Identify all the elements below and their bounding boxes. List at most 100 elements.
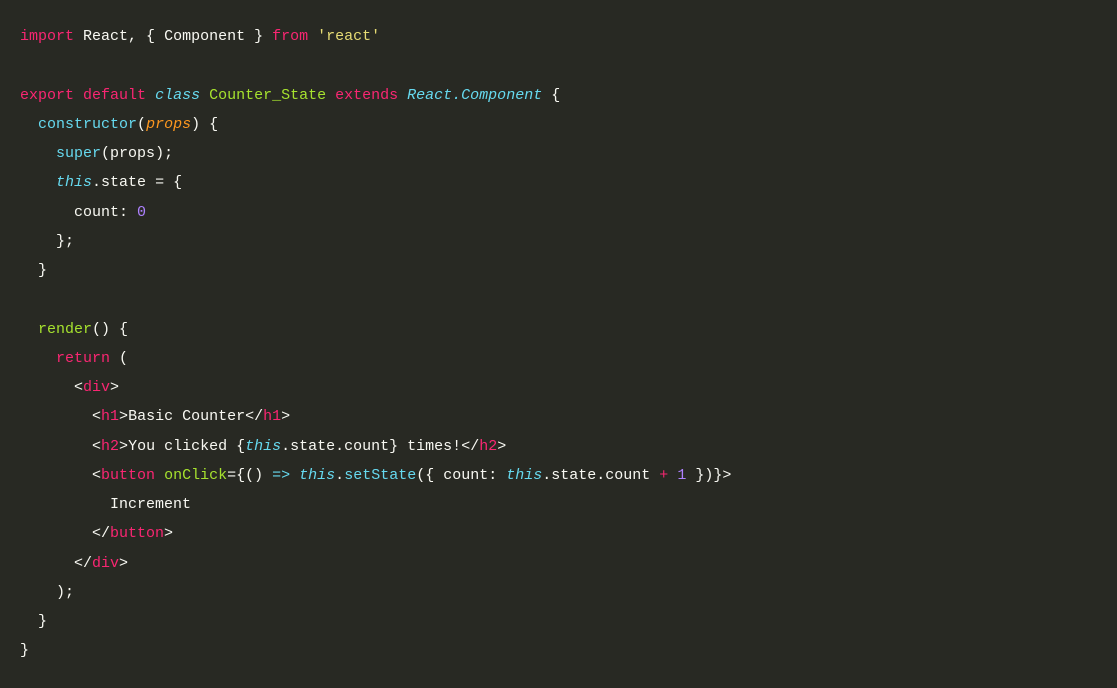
- punctuation: })}: [686, 467, 722, 484]
- punctuation: >: [164, 525, 173, 542]
- punctuation: {: [236, 438, 245, 455]
- code-line: }: [20, 642, 29, 659]
- punctuation: <: [92, 438, 101, 455]
- code-line: <button onClick={() => this.setState({ c…: [20, 467, 731, 484]
- identifier: props: [110, 145, 155, 162]
- punctuation: .: [335, 467, 344, 484]
- jsx-tag: h2: [101, 438, 119, 455]
- method-call: setState: [344, 467, 416, 484]
- jsx-tag: h1: [263, 408, 281, 425]
- punctuation: };: [56, 233, 74, 250]
- punctuation: </: [245, 408, 263, 425]
- jsx-tag: h2: [479, 438, 497, 455]
- arrow-params: (): [245, 467, 272, 484]
- jsx-text: times!: [398, 438, 461, 455]
- code-line: render() {: [20, 321, 128, 338]
- punctuation: .: [92, 174, 101, 191]
- punctuation: >: [119, 555, 128, 572]
- keyword-from: from: [272, 28, 308, 45]
- keyword-class: class: [155, 87, 200, 104]
- punctuation: >: [281, 408, 290, 425]
- property: state: [101, 174, 146, 191]
- jsx-tag: div: [92, 555, 119, 572]
- identifier: Component: [164, 28, 245, 45]
- code-line: super(props);: [20, 145, 173, 162]
- class-name: Counter_State: [209, 87, 326, 104]
- code-line: import React, { Component } from 'react': [20, 28, 380, 45]
- punctuation: ) {: [191, 116, 218, 133]
- keyword-extends: extends: [335, 87, 398, 104]
- keyword-import: import: [20, 28, 74, 45]
- code-line: );: [20, 584, 74, 601]
- code-line: return (: [20, 350, 128, 367]
- jsx-tag: h1: [101, 408, 119, 425]
- code-line: }: [20, 262, 47, 279]
- code-line: }: [20, 613, 47, 630]
- punctuation: }: [389, 438, 398, 455]
- punctuation: </: [74, 555, 92, 572]
- keyword-this: this: [56, 174, 92, 191]
- keyword-return: return: [56, 350, 110, 367]
- punctuation: >: [110, 379, 119, 396]
- code-editor[interactable]: import React, { Component } from 'react'…: [20, 22, 1097, 666]
- arrow-op: =>: [272, 467, 290, 484]
- code-line: count: 0: [20, 204, 146, 221]
- punctuation: }: [38, 262, 47, 279]
- punctuation: );: [56, 584, 74, 601]
- keyword-export: export: [20, 87, 74, 104]
- code-line: constructor(props) {: [20, 116, 218, 133]
- code-line: <h2>You clicked {this.state.count} times…: [20, 438, 506, 455]
- property-key: count: [443, 467, 488, 484]
- jsx-text: You clicked: [128, 438, 236, 455]
- number-literal: 1: [677, 467, 686, 484]
- punctuation: () {: [92, 321, 128, 338]
- method-name: render: [38, 321, 92, 338]
- jsx-text: Basic Counter: [128, 408, 245, 425]
- property-access: .state.count: [542, 467, 659, 484]
- punctuation: , {: [128, 28, 164, 45]
- code-line: export default class Counter_State exten…: [20, 87, 560, 104]
- punctuation: (: [110, 350, 128, 367]
- punctuation: }: [20, 642, 29, 659]
- punctuation: :: [488, 467, 506, 484]
- punctuation: >: [722, 467, 731, 484]
- operator: +: [659, 467, 668, 484]
- jsx-tag: button: [101, 467, 155, 484]
- number-literal: 0: [137, 204, 146, 221]
- punctuation: (: [101, 145, 110, 162]
- keyword-this: this: [299, 467, 335, 484]
- identifier: React: [83, 28, 128, 45]
- punctuation: );: [155, 145, 173, 162]
- keyword-constructor: constructor: [38, 116, 137, 133]
- keyword-super: super: [56, 145, 101, 162]
- punctuation: </: [461, 438, 479, 455]
- property-access: .state.count: [281, 438, 389, 455]
- keyword-this: this: [506, 467, 542, 484]
- punctuation: (: [137, 116, 146, 133]
- code-line: this.state = {: [20, 174, 182, 191]
- parameter: props: [146, 116, 191, 133]
- punctuation: >: [119, 408, 128, 425]
- jsx-text: Increment: [110, 496, 191, 513]
- punctuation: <: [92, 467, 101, 484]
- punctuation: ({: [416, 467, 443, 484]
- jsx-tag: div: [83, 379, 110, 396]
- keyword-default: default: [83, 87, 146, 104]
- punctuation: =: [227, 467, 236, 484]
- code-line: </button>: [20, 525, 173, 542]
- punctuation: :: [119, 204, 137, 221]
- jsx-tag: button: [110, 525, 164, 542]
- code-line: <div>: [20, 379, 119, 396]
- punctuation: </: [92, 525, 110, 542]
- punctuation: {: [542, 87, 560, 104]
- punctuation: = {: [146, 174, 182, 191]
- code-line: <h1>Basic Counter</h1>: [20, 408, 290, 425]
- keyword-this: this: [245, 438, 281, 455]
- punctuation: }: [38, 613, 47, 630]
- property-key: count: [74, 204, 119, 221]
- punctuation: <: [92, 408, 101, 425]
- punctuation: {: [236, 467, 245, 484]
- class-ref: React.Component: [407, 87, 542, 104]
- punctuation: >: [497, 438, 506, 455]
- code-line: Increment: [20, 496, 191, 513]
